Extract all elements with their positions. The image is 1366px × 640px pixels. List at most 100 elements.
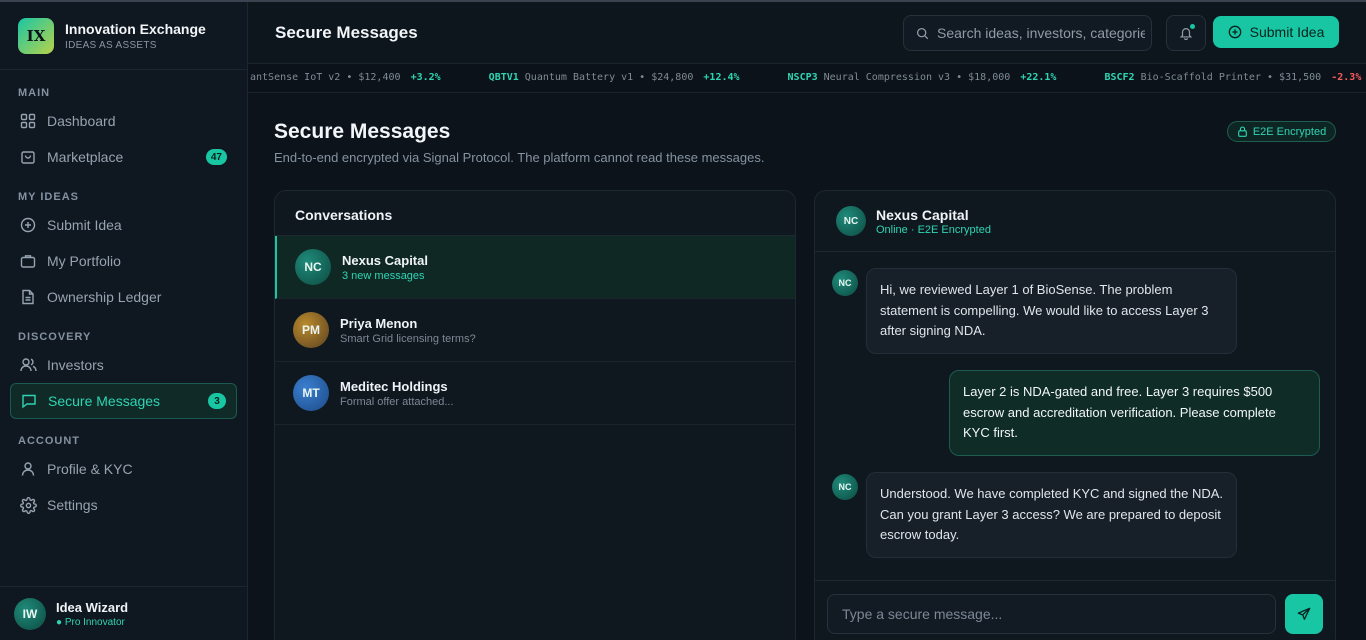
message-bubble-incoming: Understood. We have completed KYC and si… [866,472,1237,558]
sidebar-item-label: Secure Messages [48,393,161,409]
sidebar-item-secure-messages[interactable]: Secure Messages 3 [10,383,237,419]
grid-icon [19,112,37,130]
messages-count-badge: 3 [208,393,226,409]
users-icon [19,356,37,374]
nav-section-main: MAIN [18,87,51,99]
conversation-preview: Formal offer attached... [340,395,454,408]
message-icon [20,392,38,410]
ticker-item[interactable]: BSCF2 Bio-Scaffold Printer • $31,500 -2.3… [1104,72,1361,83]
ticker-name: antSense IoT v2 [250,72,341,83]
marketplace-count-badge: 47 [205,149,227,165]
brand-logo: IX [18,17,54,54]
sidebar-item-label: Settings [47,497,98,513]
sidebar-item-settings[interactable]: Settings [10,487,237,523]
sidebar-item-marketplace[interactable]: Marketplace 47 [10,139,237,175]
conversation-name: Priya Menon [340,315,418,331]
ticker-price: $24,800 [651,72,694,83]
ticker-price: $18,000 [968,72,1011,83]
user-name: Idea Wizard [56,599,129,615]
sidebar-item-submit-idea[interactable]: Submit Idea [10,207,237,243]
e2e-badge-label: E2E Encrypted [1252,125,1327,138]
notifications-button[interactable] [1166,15,1206,51]
brand[interactable]: IX Innovation Exchange IDEAS AS ASSETS [0,2,247,70]
conversation-item-nexus-capital[interactable]: NC Nexus Capital 3 new messages [275,236,795,299]
message-bubble-outgoing: Layer 2 is NDA-gated and free. Layer 3 r… [949,370,1320,456]
search-input[interactable] [937,25,1145,41]
conversation-item-priya-menon[interactable]: PM Priya Menon Smart Grid licensing term… [275,299,795,362]
submit-idea-button[interactable]: Submit Idea [1213,16,1339,48]
ticker-name: Neural Compression v3 [823,72,951,83]
lock-icon [1237,126,1248,137]
brand-subtitle: IDEAS AS ASSETS [65,39,157,51]
sidebar-item-label: Ownership Ledger [47,289,162,305]
chat-header: NC Nexus Capital Online · E2E Encrypted [815,191,1335,252]
ticker-symbol: QBTV1 [488,72,519,83]
sidebar-item-profile-kyc[interactable]: Profile & KYC [10,451,237,487]
ticker-item[interactable]: antSense IoT v2 • $12,400 +3.2% [248,72,441,83]
sidebar-item-dashboard[interactable]: Dashboard [10,103,237,139]
avatar: PM [293,312,329,348]
conversation-name: Nexus Capital [342,252,428,268]
nav-section-discovery: DISCOVERY [18,331,92,343]
avatar: NC [295,249,331,285]
ticker-name: Quantum Battery v1 [524,72,634,83]
notification-dot [1190,24,1195,29]
page-subtitle: End-to-end encrypted via Signal Protocol… [274,150,765,165]
page-title: Secure Messages [274,120,451,143]
chat-status: Online · E2E Encrypted [876,223,991,236]
conversation-preview: 3 new messages [342,269,425,282]
avatar: NC [836,206,866,236]
ticker-price: $12,400 [358,72,401,83]
sidebar-item-label: Investors [47,357,104,373]
conversations-panel: Conversations NC Nexus Capital 3 new mes… [274,190,796,640]
message-input[interactable] [827,594,1276,634]
bag-icon [19,148,37,166]
ticker-change: +12.4% [703,72,740,83]
price-ticker: antSense IoT v2 • $12,400 +3.2% QBTV1 Qua… [248,64,1366,93]
search-box[interactable] [903,15,1152,51]
message-avatar: NC [832,474,858,500]
send-icon [1297,607,1311,621]
sidebar-item-label: Submit Idea [47,217,122,233]
sidebar-item-label: Marketplace [47,149,124,165]
ticker-change: -2.3% [1331,72,1362,83]
sidebar-item-label: Profile & KYC [47,461,133,477]
chat-panel: NC Nexus Capital Online · E2E Encrypted … [814,190,1336,640]
top-bar: Secure Messages Submit Idea [248,2,1366,64]
ticker-symbol: NSCP3 [787,72,818,83]
sidebar-item-label: My Portfolio [47,253,121,269]
briefcase-icon [19,252,37,270]
ticker-name: Bio-Scaffold Printer [1140,72,1261,83]
ticker-symbol: BSCF2 [1104,72,1135,83]
send-button[interactable] [1285,594,1323,634]
conversations-heading: Conversations [275,191,795,236]
brand-title: Innovation Exchange [65,20,206,37]
sidebar: IX Innovation Exchange IDEAS AS ASSETS M… [0,2,248,640]
conversation-name: Meditec Holdings [340,378,448,394]
avatar: MT [293,375,329,411]
conversation-preview: Smart Grid licensing terms? [340,332,476,345]
submit-idea-label: Submit Idea [1249,24,1325,40]
conversation-item-meditec-holdings[interactable]: MT Meditec Holdings Formal offer attache… [275,362,795,425]
header-title: Secure Messages [275,23,418,42]
message-composer [815,580,1335,640]
plus-circle-icon [1228,25,1242,39]
ticker-item[interactable]: NSCP3 Neural Compression v3 • $18,000 +22… [788,72,1057,83]
ticker-change: +3.2% [410,72,441,83]
gear-icon [19,496,37,514]
nav-section-my-ideas: MY IDEAS [18,191,79,203]
sidebar-item-my-portfolio[interactable]: My Portfolio [10,243,237,279]
plus-circle-icon [19,216,37,234]
document-icon [19,288,37,306]
avatar: IW [14,597,46,630]
message-avatar: NC [832,270,858,296]
user-role: ● Pro Innovator [56,616,125,628]
e2e-encrypted-badge: E2E Encrypted [1227,121,1336,142]
nav-section-account: ACCOUNT [18,435,80,447]
sidebar-item-ownership-ledger[interactable]: Ownership Ledger [10,279,237,315]
user-profile[interactable]: IW Idea Wizard ● Pro Innovator [0,586,247,640]
sidebar-item-investors[interactable]: Investors [10,347,237,383]
user-icon [19,460,37,478]
ticker-item[interactable]: QBTV1 Quantum Battery v1 • $24,800 +12.4% [489,72,740,83]
sidebar-item-label: Dashboard [47,113,116,129]
